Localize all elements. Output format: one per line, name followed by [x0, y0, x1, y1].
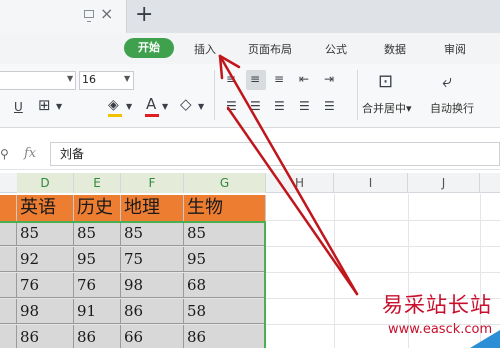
tab-start[interactable]: 开始: [124, 38, 174, 58]
column-header-e[interactable]: E: [74, 173, 121, 193]
align-middle-icon[interactable]: ≡: [250, 72, 260, 86]
column-header-f[interactable]: F: [121, 173, 184, 193]
table-cell[interactable]: 98: [17, 299, 74, 324]
column-header-i[interactable]: I: [334, 173, 408, 193]
table-cell[interactable]: [0, 247, 17, 272]
gridline: [334, 194, 335, 348]
chevron-down-icon[interactable]: ▼: [67, 74, 73, 83]
table-cell[interactable]: [0, 221, 17, 246]
table-cell[interactable]: 58: [184, 299, 266, 324]
auto-wrap-button[interactable]: 自动换行: [430, 102, 474, 116]
font-size-value: 16: [82, 73, 96, 86]
fill-color-icon[interactable]: ◈: [108, 98, 119, 112]
restore-window-icon[interactable]: [84, 10, 94, 22]
table-cell[interactable]: 86: [121, 299, 184, 324]
table-cell[interactable]: 85: [74, 221, 121, 246]
decrease-indent-icon[interactable]: ⇤: [299, 72, 309, 86]
close-tab-icon[interactable]: ×: [100, 6, 113, 22]
table-cell[interactable]: 92: [17, 247, 74, 272]
font-color-bar: [145, 114, 159, 117]
table-cell[interactable]: 85: [17, 221, 74, 246]
tab-formulas[interactable]: 公式: [325, 41, 347, 59]
column-header-g[interactable]: G: [184, 173, 266, 193]
align-bottom-icon[interactable]: ≡: [274, 72, 284, 86]
new-tab-icon[interactable]: +: [135, 3, 153, 27]
table-cell[interactable]: 68: [184, 273, 266, 298]
table-cell[interactable]: 76: [17, 273, 74, 298]
column-header-h[interactable]: H: [266, 173, 334, 193]
chevron-down-icon[interactable]: ▼: [56, 100, 62, 114]
chevron-down-icon[interactable]: ▼: [126, 100, 132, 114]
table-cell[interactable]: 85: [121, 221, 184, 246]
table-cell[interactable]: 76: [74, 273, 121, 298]
toolbar-divider: [214, 70, 215, 120]
table-cell[interactable]: 95: [74, 247, 121, 272]
table-cell[interactable]: 85: [184, 221, 266, 246]
table-cell[interactable]: 86: [74, 325, 121, 348]
table-cell[interactable]: [0, 299, 17, 324]
borders-icon[interactable]: ⊞: [38, 98, 51, 113]
eraser-icon[interactable]: ◇: [180, 97, 192, 112]
align-left-icon[interactable]: ☰: [226, 99, 237, 113]
underline-icon[interactable]: U: [14, 100, 23, 114]
chevron-down-icon[interactable]: ▼: [198, 100, 204, 114]
merge-center-button[interactable]: 合并居中▾: [362, 102, 412, 116]
table-cell[interactable]: 66: [121, 325, 184, 348]
table-cell[interactable]: 86: [17, 325, 74, 348]
formula-input[interactable]: [50, 142, 500, 166]
table-cell[interactable]: 95: [184, 247, 266, 272]
column-header-d[interactable]: D: [17, 173, 74, 193]
font-name-select[interactable]: [0, 71, 76, 90]
table-header-cell[interactable]: 历史: [74, 195, 121, 221]
font-color-icon[interactable]: A: [146, 97, 156, 112]
tab-data[interactable]: 数据: [384, 41, 406, 59]
chevron-down-icon[interactable]: ▼: [162, 100, 168, 114]
tab-review[interactable]: 审阅: [444, 41, 466, 59]
watermark-title: 易采站长站: [382, 293, 492, 317]
align-top-icon[interactable]: ≡: [226, 72, 236, 86]
table-cell[interactable]: 91: [74, 299, 121, 324]
align-center-icon[interactable]: ☰: [250, 99, 261, 113]
table-cell[interactable]: 75: [121, 247, 184, 272]
table-header-cell[interactable]: 生物: [184, 195, 266, 221]
wrap-text-icon[interactable]: ⤶: [442, 72, 452, 92]
table-header-cell[interactable]: [0, 195, 17, 221]
fill-color-bar: [108, 114, 122, 117]
formula-value: 刘备: [60, 147, 85, 161]
table-header-cell[interactable]: 英语: [17, 195, 74, 221]
toolbar-divider: [357, 70, 358, 120]
merge-center-icon[interactable]: ⊡: [378, 72, 393, 92]
table-cell[interactable]: 98: [121, 273, 184, 298]
align-right-icon[interactable]: ☰: [274, 99, 285, 113]
increase-indent-icon[interactable]: ⇥: [324, 72, 334, 86]
zoom-icon[interactable]: ⚲: [0, 147, 9, 161]
distributed-icon[interactable]: ☰: [324, 99, 335, 113]
justify-icon[interactable]: ☰: [299, 99, 310, 113]
chevron-down-icon[interactable]: ▼: [124, 74, 130, 83]
watermark-corner: [470, 330, 500, 348]
fx-icon[interactable]: fx: [24, 146, 36, 161]
table-cell[interactable]: 86: [184, 325, 266, 348]
column-header-j[interactable]: J: [408, 173, 480, 193]
tab-insert[interactable]: 插入: [194, 41, 216, 59]
table-header-cell[interactable]: 地理: [121, 195, 184, 221]
tab-page-layout[interactable]: 页面布局: [248, 41, 292, 59]
table-cell[interactable]: [0, 325, 17, 348]
table-cell[interactable]: [0, 273, 17, 298]
